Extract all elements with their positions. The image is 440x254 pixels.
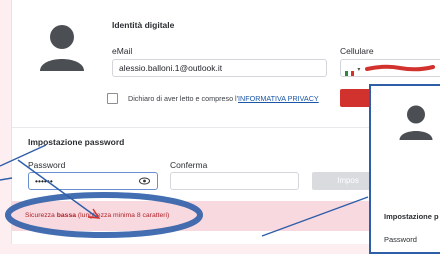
password-field[interactable]: •••••• [28,172,158,190]
email-field[interactable]: alessio.balloni.1@outlook.it [112,59,327,77]
overlay-avatar-icon [399,105,433,140]
avatar-icon [40,25,84,71]
chevron-down-icon[interactable]: ▾ [357,67,360,73]
password-label: Password [28,160,66,170]
overlay-password-label: Password [384,235,417,244]
eye-icon[interactable] [139,173,150,189]
italy-flag-icon [345,66,354,76]
phone-field[interactable]: ▾ [340,59,440,77]
privacy-checkbox[interactable] [107,93,118,104]
phone-label: Cellulare [340,46,374,56]
confirm-password-field[interactable] [170,172,299,190]
identity-section-title: Identità digitale [112,20,175,30]
overlay-section-title: Impostazione p [384,212,439,221]
password-value: •••••• [35,176,53,186]
consent-text: Dichiaro di aver letto e compreso l' [128,94,239,103]
confirm-label: Conferma [170,160,208,170]
alert-prefix: Sicurezza [25,212,57,219]
privacy-link[interactable]: INFORMATIVA PRIVACY [238,94,319,103]
alert-strength: bassa [56,212,77,219]
alert-suffix: (lunghezza minima 8 caratteri) [76,212,170,219]
password-strength-message: Sicurezza bassa (lunghezza minima 8 cara… [25,212,169,219]
privacy-consent-text: Dichiaro di aver letto e compreso l'INFO… [128,94,319,103]
password-section-title: Impostazione password [28,137,125,147]
redacted-phone-mark [364,64,435,72]
email-label: eMail [112,46,133,56]
